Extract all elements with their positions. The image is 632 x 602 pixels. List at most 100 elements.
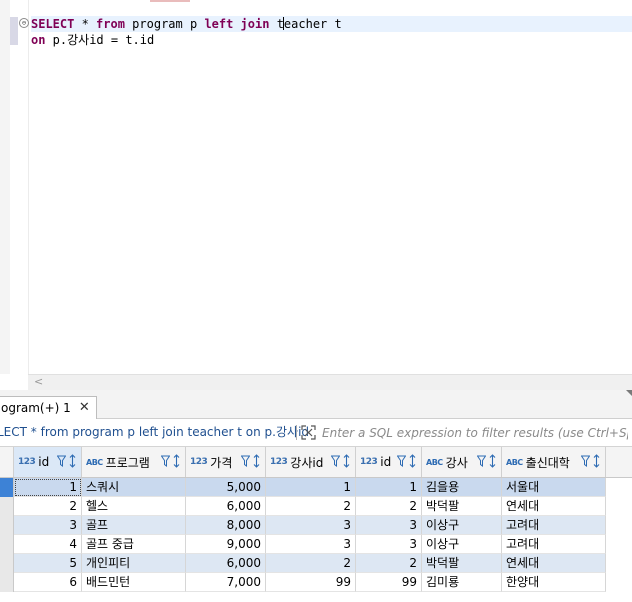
column-sort-icon[interactable]: [592, 454, 601, 468]
column-header-2[interactable]: ABC 프로그램: [82, 447, 186, 477]
row-selector[interactable]: [0, 497, 14, 516]
column-sort-icon[interactable]: [68, 454, 77, 468]
table-cell[interactable]: 김을용: [422, 478, 502, 497]
grid-corner-cell[interactable]: [0, 447, 14, 477]
table-row[interactable]: 4 골프 중급 9,000 3 3 이상구 고려대: [0, 535, 606, 554]
row-selector[interactable]: [0, 516, 14, 535]
result-tab[interactable]: ogram(+) 1 ✕: [0, 396, 97, 419]
table-cell[interactable]: 5,000: [186, 478, 266, 497]
column-header-content: ABC 강사: [426, 452, 468, 472]
table-cell[interactable]: 4: [14, 535, 82, 554]
table-cell[interactable]: 1: [266, 478, 356, 497]
column-filter-icon[interactable]: [397, 454, 406, 468]
column-sort-icon[interactable]: [252, 454, 261, 468]
table-cell[interactable]: 6,000: [186, 554, 266, 573]
table-cell[interactable]: 6: [14, 573, 82, 592]
column-header-tools: [581, 454, 601, 468]
table-cell[interactable]: 3: [14, 516, 82, 535]
table-cell[interactable]: 고려대: [502, 535, 606, 554]
sql-editor[interactable]: ⊖ SELECT * from program p left join teac…: [0, 0, 632, 374]
row-selector[interactable]: [0, 478, 14, 497]
column-sort-icon[interactable]: [488, 454, 497, 468]
table-cell[interactable]: 1: [356, 478, 422, 497]
table-cell[interactable]: 2: [266, 497, 356, 516]
table-row[interactable]: 3 골프 8,000 3 3 이상구 고려대: [0, 516, 606, 535]
expand-filter-icon[interactable]: [301, 425, 316, 440]
table-cell[interactable]: 99: [266, 573, 356, 592]
row-selector[interactable]: [0, 535, 14, 554]
table-cell[interactable]: 8,000: [186, 516, 266, 535]
table-cell[interactable]: 헬스: [82, 497, 186, 516]
table-cell[interactable]: 박덕팔: [422, 554, 502, 573]
column-header-tools: [241, 454, 261, 468]
table-cell[interactable]: 김미룡: [422, 573, 502, 592]
column-header-label: 강사: [445, 455, 468, 470]
table-cell[interactable]: 9,000: [186, 535, 266, 554]
table-cell[interactable]: 2: [266, 554, 356, 573]
column-header-3[interactable]: 123 가격: [186, 447, 266, 477]
table-cell[interactable]: 배드민턴: [82, 573, 186, 592]
number-type-icon: 123: [18, 457, 36, 467]
column-sort-icon[interactable]: [408, 454, 417, 468]
column-filter-icon[interactable]: [57, 454, 66, 468]
column-header-7[interactable]: ABC 출신대학: [502, 447, 606, 477]
table-cell[interactable]: 골프: [82, 516, 186, 535]
scroll-left-icon[interactable]: <: [34, 375, 43, 389]
column-sort-icon[interactable]: [172, 454, 181, 468]
code-line-2[interactable]: on p.강사id = t.id: [31, 32, 154, 48]
table-cell[interactable]: 1: [14, 478, 82, 497]
column-header-content: 123 가격: [190, 452, 232, 472]
table-cell[interactable]: 한양대: [502, 573, 606, 592]
table-cell[interactable]: 3: [356, 516, 422, 535]
keyword-select: SELECT: [31, 17, 75, 31]
column-header-1[interactable]: 123 id: [14, 447, 82, 477]
column-filter-icon[interactable]: [161, 454, 170, 468]
column-header-tools: [161, 454, 181, 468]
column-filter-icon[interactable]: [477, 454, 486, 468]
table-cell[interactable]: 2: [14, 497, 82, 516]
table-cell[interactable]: 개인피티: [82, 554, 186, 573]
column-header-6[interactable]: ABC 강사: [422, 447, 502, 477]
table-cell[interactable]: 3: [356, 535, 422, 554]
column-header-label: 강사id: [290, 455, 324, 470]
table-cell[interactable]: 6,000: [186, 497, 266, 516]
column-sort-icon[interactable]: [342, 454, 351, 468]
table-cell[interactable]: 이상구: [422, 535, 502, 554]
column-header-tools: [331, 454, 351, 468]
column-filter-icon[interactable]: [331, 454, 340, 468]
table-cell[interactable]: 이상구: [422, 516, 502, 535]
column-header-4[interactable]: 123 강사id: [266, 447, 356, 477]
filter-expression-input[interactable]: [322, 423, 628, 442]
close-icon[interactable]: ✕: [79, 397, 90, 419]
column-filter-icon[interactable]: [581, 454, 590, 468]
table-cell[interactable]: 골프 중급: [82, 535, 186, 554]
column-filter-icon[interactable]: [241, 454, 250, 468]
editor-horizontal-scrollbar[interactable]: <: [28, 374, 632, 390]
code-line-1[interactable]: SELECT * from program p left join teache…: [31, 16, 632, 32]
result-grid[interactable]: 123 id ABC 프로그램 123 가격 123 강사id 123 id ABC 강사 ABC 출신대…: [0, 447, 632, 602]
table-cell[interactable]: 연세대: [502, 497, 606, 516]
table-cell[interactable]: 연세대: [502, 554, 606, 573]
table-cell[interactable]: 박덕팔: [422, 497, 502, 516]
table-cell[interactable]: 스쿼시: [82, 478, 186, 497]
table-cell[interactable]: 99: [356, 573, 422, 592]
table-cell[interactable]: 2: [356, 497, 422, 516]
table-cell[interactable]: 고려대: [502, 516, 606, 535]
number-type-icon: 123: [270, 457, 288, 467]
code-token: program p: [124, 17, 205, 31]
table-cell[interactable]: 서울대: [502, 478, 606, 497]
table-cell[interactable]: 2: [356, 554, 422, 573]
table-cell[interactable]: 3: [266, 535, 356, 554]
row-selector[interactable]: [0, 554, 14, 573]
table-cell[interactable]: 5: [14, 554, 82, 573]
table-cell[interactable]: 3: [266, 516, 356, 535]
string-type-icon: ABC: [426, 457, 443, 467]
table-row[interactable]: 5 개인피티 6,000 2 2 박덕팔 연세대: [0, 554, 606, 573]
table-row[interactable]: 1 스쿼시 5,000 1 1 김을용 서울대: [0, 478, 606, 497]
table-row[interactable]: 6 배드민턴 7,000 99 99 김미룡 한양대: [0, 573, 606, 592]
table-cell[interactable]: 7,000: [186, 573, 266, 592]
fold-collapse-icon[interactable]: ⊖: [19, 18, 29, 28]
table-row[interactable]: 2 헬스 6,000 2 2 박덕팔 연세대: [0, 497, 606, 516]
column-header-5[interactable]: 123 id: [356, 447, 422, 477]
row-selector[interactable]: [0, 573, 14, 592]
